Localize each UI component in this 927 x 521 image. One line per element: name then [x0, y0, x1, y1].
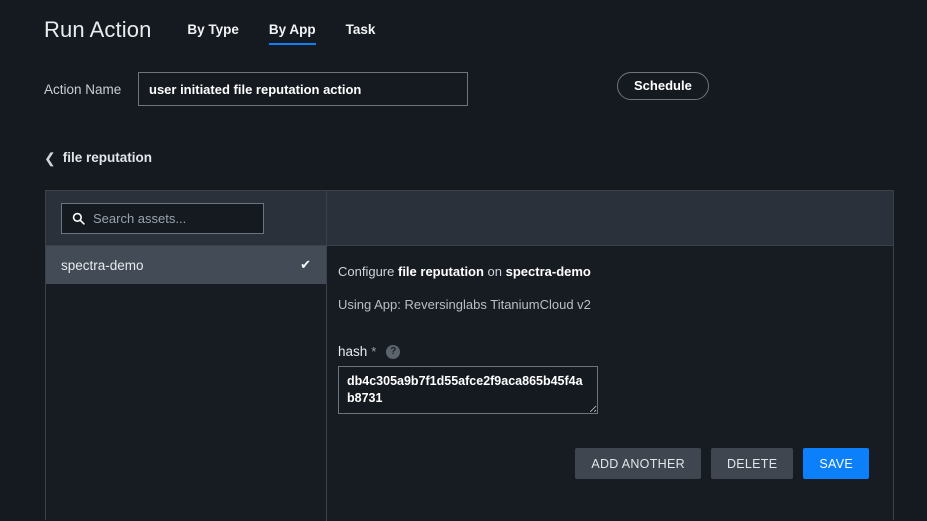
using-app-label: Using App: Reversinglabs TitaniumCloud v…	[338, 297, 591, 312]
config-title: Configure file reputation on spectra-dem…	[338, 264, 869, 279]
breadcrumb[interactable]: ❮ file reputation	[44, 150, 152, 165]
panel-header	[46, 191, 893, 246]
breadcrumb-label: file reputation	[62, 150, 152, 165]
search-icon	[72, 212, 85, 225]
add-another-button[interactable]: ADD ANOTHER	[575, 448, 701, 479]
config-title-prefix: Configure	[338, 264, 398, 279]
asset-config-pane: Configure file reputation on spectra-dem…	[327, 246, 893, 520]
search-input[interactable]	[93, 211, 269, 226]
asset-list-item-spectra-demo[interactable]: spectra-demo ✔	[46, 246, 326, 284]
chevron-left-icon: ❮	[44, 149, 56, 166]
delete-button[interactable]: DELETE	[710, 448, 794, 479]
configuration-panel: spectra-demo ✔ Configure file reputation…	[45, 190, 894, 521]
config-action-buttons: ADD ANOTHER DELETE SAVE	[565, 448, 869, 479]
tab-by-type[interactable]: By Type	[187, 22, 239, 45]
schedule-button[interactable]: Schedule	[617, 72, 709, 100]
action-name-row: Action Name Schedule	[0, 72, 927, 106]
hash-input[interactable]: db4c305a9b7f1d55afce2f9aca865b45f4ab8731	[338, 366, 598, 414]
required-marker: *	[371, 344, 377, 359]
question-mark-icon[interactable]: ?	[386, 344, 401, 359]
config-title-asset: spectra-demo	[505, 264, 591, 279]
page-header: Run Action By Type By App Task	[0, 0, 927, 60]
config-title-middle: on	[483, 264, 506, 279]
asset-name: spectra-demo	[61, 257, 144, 273]
action-name-label: Action Name	[44, 81, 122, 97]
save-button[interactable]: SAVE	[803, 448, 869, 479]
tab-by-app[interactable]: By App	[268, 22, 316, 45]
config-title-action: file reputation	[397, 264, 484, 279]
tab-task[interactable]: Task	[346, 22, 376, 45]
hash-field-label: hash	[338, 344, 368, 359]
tab-bar: By Type By App Task	[187, 15, 405, 45]
search-assets-field[interactable]	[61, 203, 269, 234]
hash-field-label-row: hash * ?	[338, 344, 869, 359]
check-icon: ✔	[300, 257, 311, 272]
page-title: Run Action	[44, 17, 152, 42]
action-name-input[interactable]	[138, 72, 468, 106]
asset-list: spectra-demo ✔	[46, 246, 326, 520]
